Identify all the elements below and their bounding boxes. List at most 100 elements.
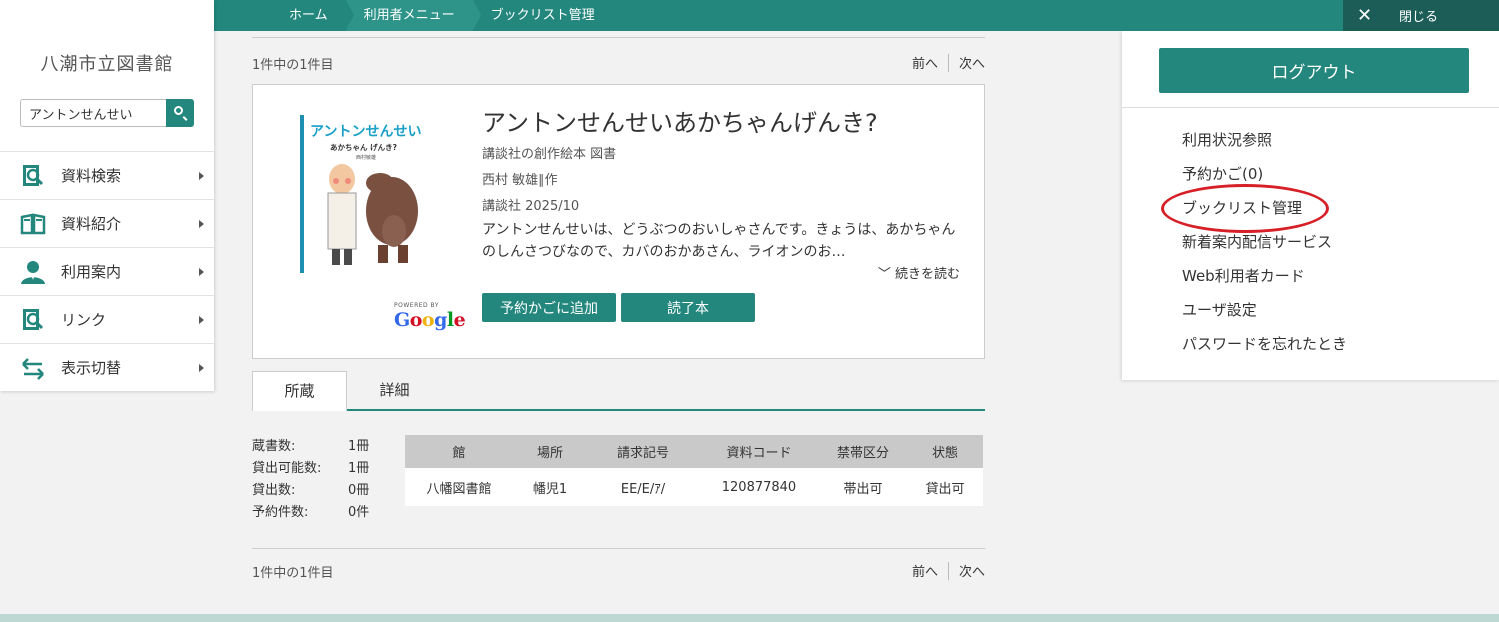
add-to-reserve-cart-button[interactable]: 予約かごに追加 <box>482 293 616 322</box>
menu-item-usage-status[interactable]: 利用状況参照 <box>1182 129 1347 163</box>
google-letter: e <box>453 309 466 331</box>
search-box <box>20 99 194 127</box>
divider <box>252 37 985 38</box>
stat-row: 蔵書数: 1冊 <box>252 435 382 457</box>
column-header: 館 <box>405 435 513 468</box>
stat-row: 貸出可能数: 1冊 <box>252 457 382 479</box>
stat-value: 1冊 <box>348 439 370 454</box>
person-icon <box>20 259 46 285</box>
book-series: 講談社の創作絵本 図書 <box>482 147 617 162</box>
google-letter: G <box>394 309 410 331</box>
link-search-icon <box>20 307 46 333</box>
breadcrumb-user-menu[interactable]: 利用者メニュー <box>345 0 481 31</box>
cover-subtitle: あかちゃん げんき? <box>330 143 397 152</box>
breadcrumb-current: ブックリスト管理 <box>490 8 595 23</box>
column-header: 状態 <box>907 435 983 468</box>
switch-arrows-icon <box>20 355 46 381</box>
chevron-right-icon <box>199 220 204 228</box>
book-author: 西村 敏雄∥作 <box>482 173 558 188</box>
divider <box>252 548 985 549</box>
table-cell: 幡児1 <box>513 468 587 506</box>
divider <box>1122 107 1499 108</box>
result-count-bottom: 1件中の1件目 <box>252 566 334 581</box>
table-cell: 八幡図書館 <box>405 468 513 506</box>
pager-divider <box>947 561 949 580</box>
top-bar: ホーム 利用者メニュー ブックリスト管理 ✕ 閉じる <box>214 0 1499 31</box>
table-cell: 120877840 <box>699 468 819 506</box>
sidebar: 八潮市立図書館 資料検索 資料紹介 利用案内 <box>0 0 214 391</box>
prev-link[interactable]: 前へ <box>912 561 938 580</box>
book-publisher: 講談社 2025/10 <box>482 199 580 214</box>
book-title: アントンせんせいあかちゃんげんき? <box>482 109 878 137</box>
holdings-table: 館 場所 請求記号 資料コード 禁帯区分 状態 八幡図書館 幡児1 EE/E/ｱ… <box>405 435 983 506</box>
google-logo[interactable]: Google <box>394 309 466 331</box>
stat-label: 予約件数: <box>252 505 309 520</box>
table-cell: 貸出可 <box>907 468 983 506</box>
pager-top: 前へ 次へ <box>912 53 985 72</box>
menu-item-web-card[interactable]: Web利用者カード <box>1182 265 1347 299</box>
menu-item-new-arrivals[interactable]: 新着案内配信サービス <box>1182 231 1347 265</box>
table-cell: 帯出可 <box>819 468 907 506</box>
tab-holdings[interactable]: 所蔵 <box>252 371 347 411</box>
google-letter: g <box>434 309 447 331</box>
column-header: 資料コード <box>699 435 819 468</box>
sidebar-nav: 資料検索 資料紹介 利用案内 リンク 表示切替 <box>0 151 214 391</box>
google-letter: o <box>409 309 423 331</box>
sidebar-item-material-intro[interactable]: 資料紹介 <box>0 199 214 247</box>
cover-title: アントンせんせい <box>310 124 422 140</box>
column-header: 禁帯区分 <box>819 435 907 468</box>
close-icon: ✕ <box>1357 5 1373 26</box>
sidebar-item-label: リンク <box>61 311 107 329</box>
google-letter: o <box>421 309 435 331</box>
stat-value: 1冊 <box>348 461 370 476</box>
column-header: 請求記号 <box>587 435 699 468</box>
finished-reading-button[interactable]: 読了本 <box>621 293 755 322</box>
stat-row: 貸出数: 0冊 <box>252 479 382 501</box>
google-letter: l <box>446 309 454 331</box>
breadcrumb: ホーム 利用者メニュー ブックリスト管理 <box>214 0 613 31</box>
sidebar-item-label: 資料紹介 <box>61 215 122 233</box>
pager-divider <box>947 53 949 72</box>
prev-link[interactable]: 前へ <box>912 53 938 72</box>
menu-item-user-settings[interactable]: ユーザ設定 <box>1182 299 1347 333</box>
sidebar-item-label: 利用案内 <box>61 263 122 281</box>
cover-illustration <box>327 164 418 265</box>
read-more-link[interactable]: ﹀ 続きを読む <box>878 263 960 282</box>
stat-value: 0件 <box>348 505 370 520</box>
sidebar-item-label: 資料検索 <box>61 167 122 185</box>
footer-band <box>0 614 1499 622</box>
next-link[interactable]: 次へ <box>959 53 985 72</box>
chevron-right-icon <box>199 268 204 276</box>
stat-label: 蔵書数: <box>252 439 296 454</box>
result-count: 1件中の1件目 <box>252 58 334 73</box>
book-search-icon <box>20 163 46 189</box>
chevron-right-icon <box>199 364 204 372</box>
close-label: 閉じる <box>1399 10 1439 25</box>
stat-value: 0冊 <box>348 483 370 498</box>
close-button[interactable]: ✕ 閉じる <box>1343 0 1499 31</box>
table-cell: EE/E/ｱ/ <box>587 468 699 506</box>
book-description: アントンせんせいは、どうぶつのおいしゃさんです。きょうは、あかちゃんのしんさつび… <box>482 222 956 260</box>
cover-author: 西村敏雄 <box>356 155 377 161</box>
chevron-right-icon <box>199 172 204 180</box>
tab-bar: 所蔵 詳細 <box>252 371 985 411</box>
open-book-icon <box>20 211 46 237</box>
search-icon <box>174 106 183 115</box>
chevron-right-icon <box>199 316 204 324</box>
sidebar-item-links[interactable]: リンク <box>0 295 214 343</box>
logout-button[interactable]: ログアウト <box>1159 48 1469 93</box>
sidebar-item-material-search[interactable]: 資料検索 <box>0 151 214 199</box>
sidebar-item-usage-guide[interactable]: 利用案内 <box>0 247 214 295</box>
table-row: 八幡図書館 幡児1 EE/E/ｱ/ 120877840 帯出可 貸出可 <box>405 468 983 506</box>
book-cover[interactable]: アントンせんせい あかちゃん げんき? 西村敏雄 <box>300 115 428 275</box>
sidebar-item-display-switch[interactable]: 表示切替 <box>0 343 214 391</box>
next-link[interactable]: 次へ <box>959 561 985 580</box>
breadcrumb-home[interactable]: ホーム <box>214 0 354 31</box>
search-button[interactable] <box>166 99 194 127</box>
holding-stats: 蔵書数: 1冊 貸出可能数: 1冊 貸出数: 0冊 予約件数: 0件 <box>252 435 382 523</box>
search-input[interactable] <box>20 99 166 127</box>
tab-details[interactable]: 詳細 <box>347 371 442 411</box>
menu-item-forgot-password[interactable]: パスワードを忘れたとき <box>1182 333 1347 367</box>
pager-bottom: 前へ 次へ <box>912 561 985 580</box>
chevron-down-icon: ﹀ <box>877 267 895 282</box>
